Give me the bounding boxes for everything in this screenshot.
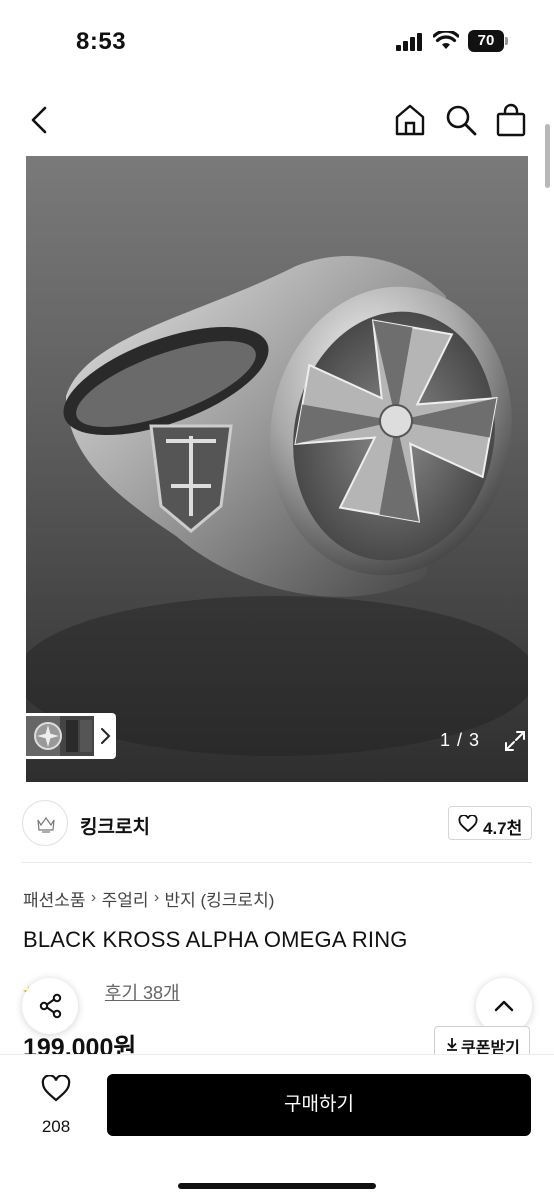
thumbnail-image[interactable] <box>26 716 94 756</box>
status-bar: 8:53 70 <box>0 0 554 84</box>
status-time: 8:53 <box>76 28 127 55</box>
scrollbar[interactable] <box>545 124 550 188</box>
store-row[interactable]: 킹크로치 4.7천 <box>22 800 532 848</box>
product-image[interactable]: 1 / 3 <box>26 156 528 782</box>
crown-icon <box>37 816 55 833</box>
divider <box>22 862 532 863</box>
bag-icon[interactable] <box>493 102 529 138</box>
store-logo[interactable] <box>22 800 68 846</box>
home-icon[interactable] <box>392 102 428 138</box>
store-like-count: 4.7천 <box>483 819 523 838</box>
bottom-bar: 208 구매하기 <box>0 1054 554 1200</box>
chevron-right-icon[interactable] <box>98 726 112 746</box>
wifi-icon <box>433 31 459 49</box>
breadcrumb-separator: › <box>90 889 97 906</box>
breadcrumb-item[interactable]: 주얼리 <box>102 886 149 911</box>
breadcrumb: 패션소품 › 주얼리 › 반지 (킹크로치) <box>23 886 274 911</box>
share-icon <box>39 993 62 1019</box>
buy-button[interactable]: 구매하기 <box>107 1074 531 1136</box>
heart-icon <box>41 1075 71 1102</box>
battery-icon: 70 <box>468 30 508 52</box>
wish-button[interactable]: 208 <box>22 1073 90 1143</box>
heart-icon <box>458 815 478 833</box>
ring-photo <box>26 156 528 782</box>
wish-count: 208 <box>41 1117 71 1136</box>
product-title: BLACK KROSS ALPHA OMEGA RING <box>23 927 408 952</box>
review-link[interactable]: 후기 38개 <box>105 979 180 1005</box>
search-icon[interactable] <box>443 102 479 138</box>
battery-level: 70 <box>468 30 504 52</box>
store-name[interactable]: 킹크로치 <box>80 812 150 839</box>
download-icon <box>447 1038 457 1051</box>
breadcrumb-separator: › <box>153 889 160 906</box>
page-indicator: 1 / 3 <box>440 730 481 750</box>
breadcrumb-item[interactable]: 반지 (킹크로치) <box>164 886 274 911</box>
chevron-up-icon <box>494 1000 514 1012</box>
breadcrumb-item[interactable]: 패션소품 <box>23 886 86 911</box>
home-indicator <box>178 1183 376 1189</box>
expand-icon[interactable] <box>502 728 528 754</box>
thumbnail-strip[interactable] <box>26 713 116 759</box>
signal-icon <box>396 33 422 51</box>
share-button[interactable] <box>22 978 78 1034</box>
nav-header <box>0 90 554 150</box>
store-like-button[interactable]: 4.7천 <box>448 806 532 840</box>
back-icon[interactable] <box>22 102 58 138</box>
